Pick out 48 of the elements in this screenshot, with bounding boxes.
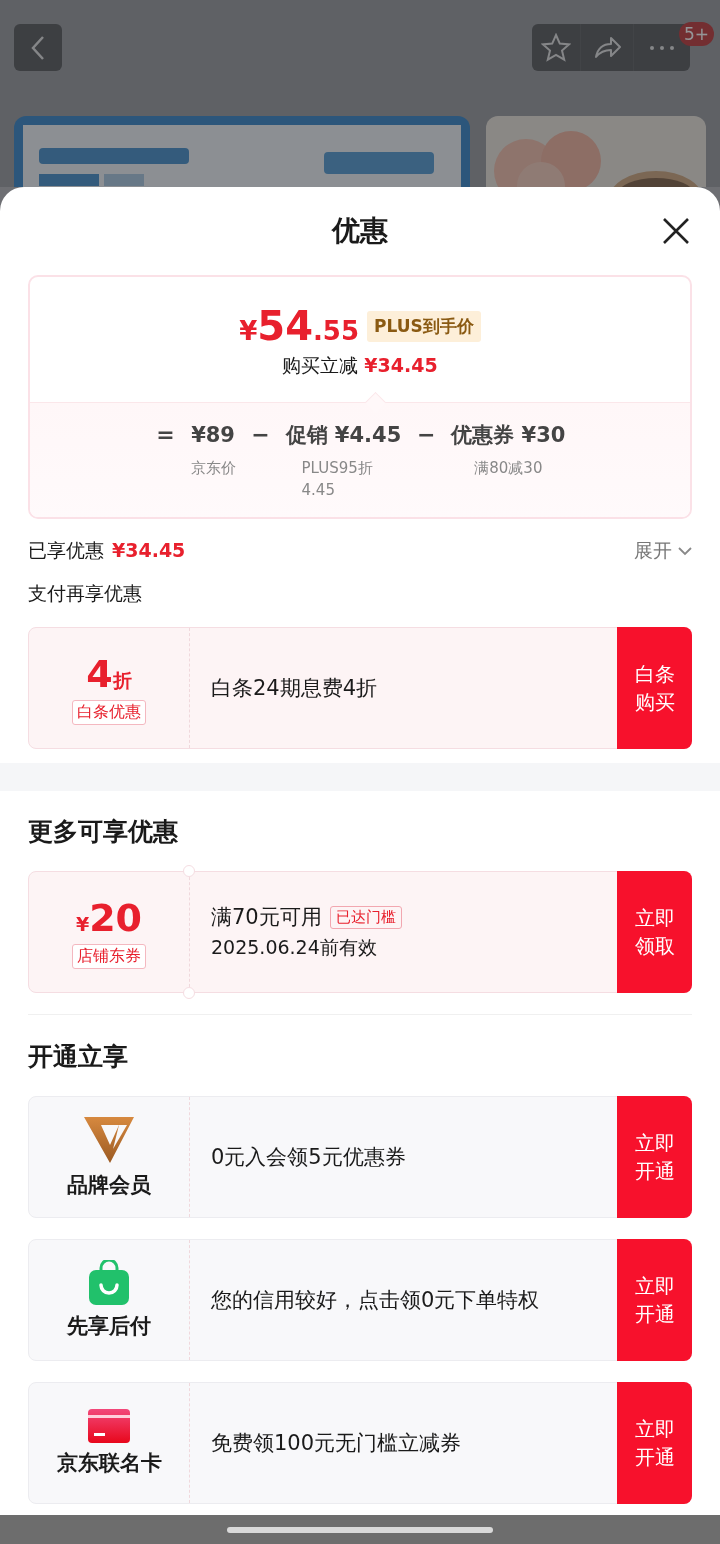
savings-label: 已享优惠 [28,539,104,561]
offer-tag: 白条优惠 [72,699,146,725]
term-note: PLUS95折 [301,458,373,479]
term-note: 满80减30 [474,458,543,479]
section-heading: 更多可享优惠 [28,816,179,847]
back-button[interactable] [14,24,62,71]
close-icon[interactable] [662,217,690,245]
instant-saving: 购买立减 ¥34.45 [282,353,438,378]
service-name: 先享后付 [67,1313,151,1340]
operator-sign: = [155,421,176,449]
offer-text: 0元入会领5元优惠券 [211,1144,406,1171]
price-term: 优惠券 ¥30 [451,422,566,449]
expand-toggle[interactable]: 展开 [634,538,692,564]
price-tag: PLUS到手价 [367,310,481,342]
v-logo-icon [83,1115,135,1165]
discount-value: 4折 [86,651,132,696]
section-label: 支付再享优惠 [28,581,143,605]
offer-text: 免费领100元无门槛立减券 [211,1430,462,1457]
final-price: ¥54.55 [239,303,360,349]
bank-card-icon [88,1409,130,1443]
operator-sign: − [250,421,271,449]
discount-value: ¥20 [75,895,143,940]
sheet-title: 优惠 [332,213,388,249]
star-icon[interactable] [541,32,571,63]
threshold-badge: 已达门槛 [329,905,402,929]
offer-text: 您的信用较好，点击领0元下单特权 [211,1287,540,1314]
action-button[interactable]: 立即开通 [617,1382,692,1504]
action-button[interactable]: 白条购买 [617,627,692,749]
price-term: 促销 ¥4.45 [285,422,402,449]
shopping-bag-icon [88,1260,130,1306]
action-button[interactable]: 立即开通 [617,1096,692,1218]
term-note: 京东价 [190,458,236,479]
chevron-icon [678,546,692,556]
service-name: 京东联名卡 [56,1450,162,1477]
savings-amount: ¥34.45 [112,539,186,561]
action-button[interactable]: 立即开通 [617,1239,692,1361]
operator-sign: − [416,421,437,449]
service-name: 品牌会员 [67,1172,151,1199]
price-term: ¥89 [191,422,235,449]
section-heading: 开通立享 [28,1041,129,1072]
offer-text: 满70元可用 [211,904,322,931]
offer-text: 白条24期息费4折 [211,675,378,702]
offer-tag: 店铺东券 [72,943,146,969]
validity-date: 2025.06.24前有效 [211,935,378,960]
back-icon [30,34,46,61]
action-button[interactable]: 立即领取 [617,871,692,993]
term-note: 4.45 [301,480,336,501]
notification-badge: 5+ [678,22,714,46]
